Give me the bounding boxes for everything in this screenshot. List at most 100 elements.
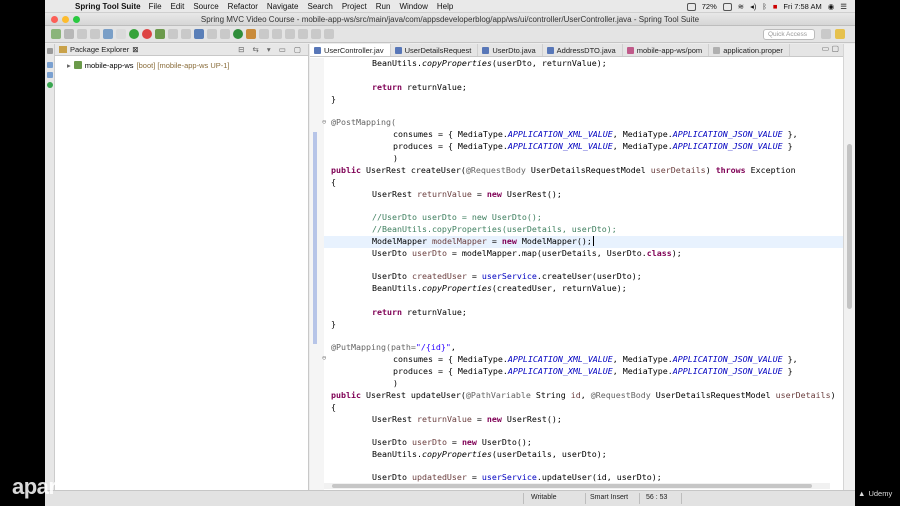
project-decoration: [boot] [mobile-app-ws UP-1]: [136, 60, 230, 70]
menu-navigate[interactable]: Navigate: [267, 2, 299, 11]
insert-mode: Smart Insert: [590, 494, 629, 501]
code-line: ): [393, 378, 398, 388]
spring-icon[interactable]: [155, 29, 165, 39]
package-explorer-icon: [59, 46, 67, 53]
menu-refactor[interactable]: Refactor: [228, 2, 258, 11]
menu-source[interactable]: Source: [193, 2, 218, 11]
view-toolbar-icons[interactable]: ⊟ ⇆ ▾ ▭ ▢: [238, 45, 304, 54]
menu-run[interactable]: Run: [376, 2, 391, 11]
code-line: BeanUtils.copyProperties(userDetails, us…: [372, 449, 607, 459]
app-menu[interactable]: Spring Tool Suite: [75, 2, 141, 11]
gear-icon[interactable]: [168, 29, 178, 39]
tab-address-dto[interactable]: AddressDTO.java: [543, 44, 623, 56]
menu-window[interactable]: Window: [399, 2, 427, 11]
code-line: UserDto userDto = modelMapper.map(userDe…: [372, 248, 682, 258]
siri-icon[interactable]: ◉: [828, 2, 835, 11]
clock[interactable]: Fri 7:58 AM: [783, 2, 821, 11]
open-task-icon[interactable]: [272, 29, 282, 39]
project-tree-item[interactable]: ▸ mobile-app-ws [boot] [mobile-app-ws UP…: [55, 59, 308, 71]
code-line: UserDto userDto = new UserDto();: [372, 437, 532, 447]
menu-file[interactable]: File: [149, 2, 162, 11]
menu-project[interactable]: Project: [342, 2, 367, 11]
tab-user-details-request[interactable]: UserDetailsRequest: [391, 44, 479, 56]
open-type-icon[interactable]: [181, 29, 191, 39]
project-icon: [73, 61, 82, 69]
cursor-position: 56 : 53: [646, 494, 668, 501]
flag-icon[interactable]: ■: [773, 2, 778, 11]
quick-access-input[interactable]: Quick Access: [763, 29, 815, 40]
boot-dashboard-icon[interactable]: [46, 82, 53, 88]
back-icon[interactable]: [311, 29, 321, 39]
run-icon[interactable]: [233, 29, 243, 39]
code-line: {: [331, 402, 336, 412]
fold-icon[interactable]: ⊖: [322, 354, 326, 362]
close-view-icon[interactable]: ⊠: [132, 45, 138, 54]
code-line: //BeanUtils.copyProperties(userDetails, …: [372, 224, 617, 234]
code-line: BeanUtils.copyProperties(createdUser, re…: [372, 283, 627, 293]
package-icon[interactable]: [207, 29, 217, 39]
save-all-icon[interactable]: [77, 29, 87, 39]
tab-application-properties[interactable]: application.proper: [709, 44, 790, 56]
battery-icon[interactable]: [722, 2, 732, 11]
udemy-icon: ▲: [858, 489, 866, 498]
status-bar: Writable Smart Insert 56 : 53: [45, 490, 855, 506]
new-class-icon[interactable]: [194, 29, 204, 39]
window-title: Spring MVC Video Course - mobile-app-ws/…: [200, 15, 700, 24]
refresh-icon[interactable]: [116, 29, 126, 39]
code-editor: UserController.jav UserDetailsRequest Us…: [310, 44, 843, 490]
package-explorer-header: Package Explorer ⊠ ⊟ ⇆ ▾ ▭ ▢: [55, 44, 308, 56]
code-line: //UserDto userDto = new UserDto();: [372, 212, 542, 222]
code-line: UserDto createdUser = userService.create…: [372, 271, 642, 281]
vertical-scrollbar[interactable]: [843, 44, 855, 490]
external-tools-icon[interactable]: [259, 29, 269, 39]
ide-window: Spring Tool Suite File Edit Source Refac…: [45, 0, 855, 506]
open-perspective-icon[interactable]: [285, 29, 295, 39]
expand-arrow-icon[interactable]: ▸: [67, 61, 71, 70]
fold-icon[interactable]: ⊖: [322, 118, 326, 126]
window-titlebar: Spring MVC Video Course - mobile-app-ws/…: [45, 13, 855, 26]
print-icon[interactable]: [90, 29, 100, 39]
horizontal-scrollbar[interactable]: [324, 483, 830, 489]
search-icon[interactable]: [220, 29, 230, 39]
watermark-text: apar: [12, 474, 57, 499]
java-perspective-icon[interactable]: [835, 29, 845, 39]
hierarchy-icon[interactable]: [46, 72, 53, 78]
debug-icon[interactable]: [246, 29, 256, 39]
battery-percent[interactable]: 72%: [702, 2, 717, 11]
new-icon[interactable]: [51, 29, 61, 39]
code-line: {: [331, 177, 336, 187]
forward-icon[interactable]: [324, 29, 334, 39]
code-line: produces = { MediaType.APPLICATION_XML_V…: [393, 366, 793, 376]
code-line: UserRest returnValue = new UserRest();: [372, 189, 562, 199]
scroll-thumb[interactable]: [332, 484, 812, 488]
restore-icon[interactable]: [46, 48, 53, 54]
code-line: return returnValue;: [372, 82, 467, 92]
code-area[interactable]: ⊖ ⊖ BeanUtils.copyProperties(userDto, re…: [310, 58, 843, 490]
outline-icon[interactable]: [46, 62, 53, 68]
bluetooth-icon[interactable]: ᛒ: [762, 2, 767, 11]
list-icon[interactable]: ☰: [840, 2, 847, 11]
stop-server-icon[interactable]: [142, 29, 152, 39]
scroll-thumb[interactable]: [847, 144, 852, 309]
divider: [681, 493, 682, 504]
terminal-icon[interactable]: [103, 29, 113, 39]
perspective-icon[interactable]: [821, 29, 831, 39]
save-icon[interactable]: [64, 29, 74, 39]
menu-edit[interactable]: Edit: [171, 2, 185, 11]
wifi-icon[interactable]: ≋: [738, 2, 744, 11]
start-server-icon[interactable]: [129, 29, 139, 39]
package-explorer-title[interactable]: Package Explorer: [70, 45, 129, 54]
code-line: ModelMapper modelMapper = new ModelMappe…: [372, 236, 594, 246]
status-menu-icon[interactable]: [686, 2, 696, 11]
annotation-nav-icon[interactable]: [298, 29, 308, 39]
code-line: BeanUtils.copyProperties(userDto, return…: [372, 58, 607, 68]
code-line: @PutMapping(path="/{id}",: [331, 342, 456, 352]
menu-search[interactable]: Search: [307, 2, 332, 11]
code-line: public UserRest createUser(@RequestBody …: [331, 165, 796, 175]
tab-user-controller[interactable]: UserController.jav: [310, 44, 391, 56]
tab-user-dto[interactable]: UserDto.java: [478, 44, 543, 56]
menu-help[interactable]: Help: [437, 2, 453, 11]
tab-pom[interactable]: mobile-app-ws/pom: [623, 44, 710, 56]
code-line: return returnValue;: [372, 307, 467, 317]
volume-icon[interactable]: ◂): [750, 2, 756, 11]
